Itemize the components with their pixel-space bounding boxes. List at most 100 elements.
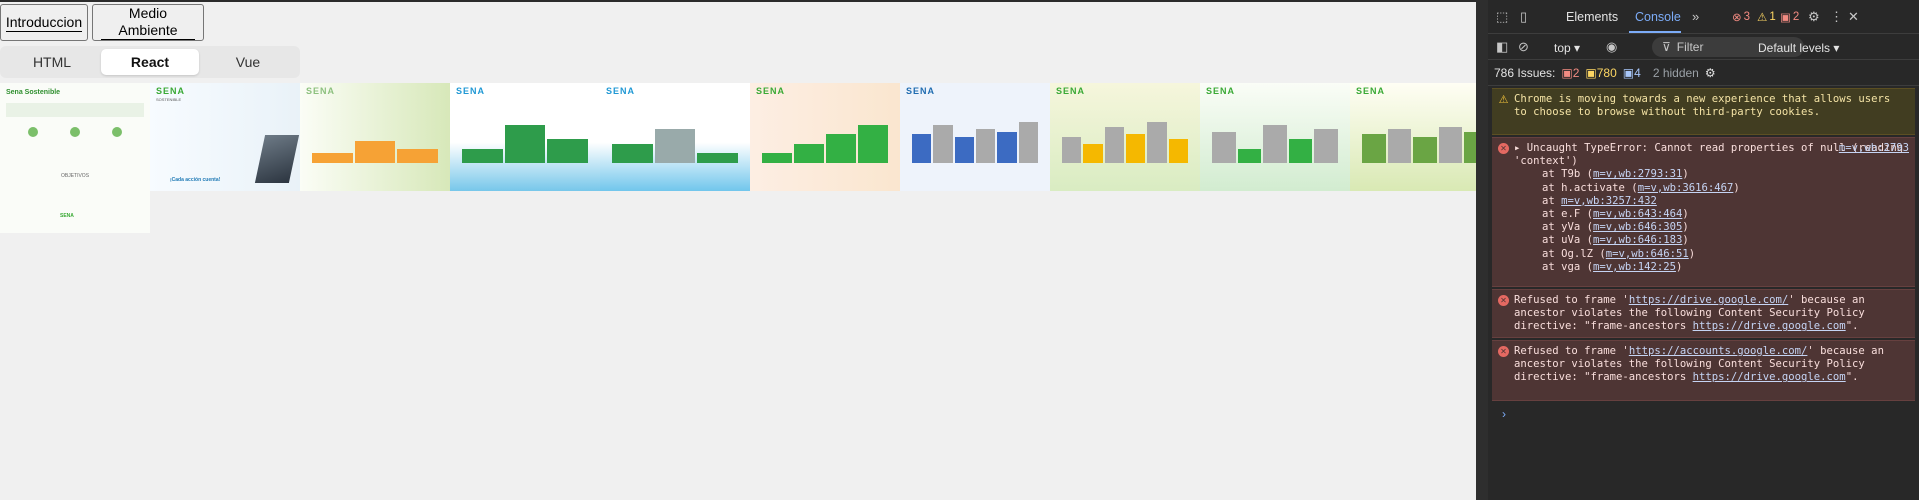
intro-button-label: Introduccion (5, 13, 83, 32)
console-toolbar: ◧ ⊘ top ▾ ◉ ⊽ Filter Default levels ▾ (1488, 34, 1919, 60)
message-link[interactable]: https://drive.google.com/ (1629, 294, 1788, 306)
message-link[interactable]: https://drive.google.com (1693, 320, 1846, 332)
frame-link[interactable]: m=v,wb:646:305 (1593, 221, 1682, 233)
error-icon: ✕ (1498, 143, 1509, 154)
frame-link[interactable]: m=v,wb:643:464 (1593, 208, 1682, 220)
slide-thumbnail[interactable]: SENA (450, 83, 600, 191)
message-text: Refused to frame ' (1514, 294, 1629, 306)
issues-settings-icon[interactable]: ⚙ (1705, 66, 1716, 80)
more-options-icon[interactable]: ⋮ (1830, 9, 1843, 25)
slide-thumbnail[interactable]: SENA (600, 83, 750, 191)
issue-info[interactable]: ▣4 (1623, 66, 1641, 80)
tab-vue[interactable]: Vue (199, 49, 297, 75)
inspect-icon[interactable]: ⬚ (1496, 9, 1508, 25)
devtools-panel: ⬚ ▯ Elements Console » ⊗ 3 ⚠ 1 ▣ 2 ⚙ ⋮ ✕ ◧ … (1476, 0, 1919, 500)
frame-fn: at T9b (1542, 168, 1581, 181)
tab-react[interactable]: React (101, 49, 199, 75)
sidebar-toggle-icon[interactable]: ◧ (1496, 39, 1508, 55)
frame-fn: at h.activate (1542, 181, 1625, 194)
issue-warnings[interactable]: ▣780 (1585, 66, 1616, 80)
clear-console-icon[interactable]: ⊘ (1518, 39, 1529, 55)
slide-strip: Sena Sostenible OBJETIVOS SENA SENA SOST… (0, 83, 1476, 233)
slide-thumbnail[interactable]: SENA SOSTENIBLE ¡Cada acción cuenta! (150, 83, 300, 191)
close-icon[interactable]: ✕ (1848, 9, 1859, 25)
slide-thumbnail[interactable]: Sena Sostenible OBJETIVOS SENA (0, 83, 150, 233)
frame-link[interactable]: m=v,wb:646:51 (1606, 248, 1689, 260)
stack-frame: at vga (m=v,wb:142:25) (1542, 260, 1683, 273)
frame-fn: at (1542, 194, 1555, 207)
context-select[interactable]: top ▾ (1554, 41, 1580, 55)
intro-button[interactable]: Introduccion (0, 4, 88, 41)
console-message-error[interactable]: ✕ Refused to frame 'https://accounts.goo… (1492, 340, 1915, 401)
slide-heading: Sena Sostenible (6, 89, 61, 96)
message-text: ". (1845, 371, 1859, 384)
issues-label: 786 Issues: (1494, 65, 1556, 80)
slide-thumbnail[interactable]: SENA (900, 83, 1050, 191)
slide-thumbnail[interactable]: SENA (1050, 83, 1200, 191)
slide-thumbnail[interactable]: SENA (1200, 83, 1350, 191)
message-text: ". (1845, 320, 1859, 333)
issue-warnings-count: 780 (1596, 65, 1617, 80)
stack-frame: at h.activate (m=v,wb:3616:467) (1542, 181, 1740, 194)
error-count: 3 (1743, 11, 1751, 23)
console-message-warning[interactable]: ⚠ Chrome is moving towards a new experie… (1492, 88, 1915, 135)
frame-link[interactable]: m=v,wb:3257:432 (1561, 195, 1657, 207)
stack-trace: at T9b (m=v,wb:2793:31) at h.activate (m… (1514, 168, 1909, 274)
stack-frame: at T9b (m=v,wb:2793:31) (1542, 168, 1689, 181)
frame-link[interactable]: m=v,wb:646:183 (1593, 234, 1682, 246)
error-count-badge[interactable]: ⊗ 3 (1732, 10, 1750, 24)
console-message-error[interactable]: ✕ m=v,wb:2793 ▸ Uncaught TypeError: Cann… (1492, 137, 1915, 287)
context-value: top (1554, 41, 1571, 55)
slide-title: SENA (456, 86, 486, 96)
frame-link[interactable]: m=v,wb:3616:467 (1638, 182, 1734, 194)
devtools-tabbar: ⬚ ▯ Elements Console » ⊗ 3 ⚠ 1 ▣ 2 ⚙ ⋮ ✕ (1488, 0, 1919, 34)
framework-tabs: HTML React Vue (0, 46, 300, 78)
slide-thumbnail[interactable]: SENA (1350, 83, 1476, 191)
message-text: Chrome is moving towards a new experienc… (1514, 93, 1891, 119)
slide-thumbnail[interactable]: SENA (750, 83, 900, 191)
frame-fn: at vga (1542, 260, 1581, 273)
issue-errors-count: 2 (1572, 65, 1580, 80)
issues-bar: 786 Issues: ▣2 ▣780 ▣4 2 hidden ⚙ (1488, 60, 1919, 86)
frame-link[interactable]: m=v,wb:2793:31 (1593, 168, 1682, 180)
settings-icon[interactable]: ⚙ (1808, 9, 1820, 25)
console-message-error[interactable]: ✕ Refused to frame 'https://drive.google… (1492, 289, 1915, 338)
issue-errors[interactable]: ▣2 (1561, 66, 1579, 80)
live-expression-icon[interactable]: ◉ (1606, 39, 1617, 55)
message-link[interactable]: https://accounts.google.com/ (1629, 345, 1808, 357)
tab-html[interactable]: HTML (3, 49, 101, 75)
slide-caption: ¡Cada acción cuenta! (170, 177, 221, 183)
tab-elements[interactable]: Elements (1566, 10, 1618, 24)
frame-fn: at yVa (1542, 221, 1581, 234)
frame-fn: at Og.lZ (1542, 247, 1594, 260)
tab-console[interactable]: Console (1635, 10, 1681, 24)
console-prompt[interactable]: › (1502, 407, 1506, 421)
web-page: Introduccion Medio Ambiente HTML React V… (0, 0, 1476, 500)
slide-thumbnail[interactable]: SENA (300, 83, 450, 191)
message-text: Refused to frame ' (1514, 345, 1629, 357)
stack-frame: at m=v,wb:3257:432 (1542, 195, 1909, 208)
frame-link[interactable]: m=v,wb:142:25 (1593, 261, 1676, 273)
warning-count-badge[interactable]: ⚠ 1 (1757, 10, 1776, 24)
objetivos-label: OBJETIVOS (60, 173, 90, 179)
message-source-link[interactable]: m=v,wb:2793 (1839, 142, 1909, 155)
slide-title: SENA (1356, 86, 1386, 96)
issue-info-count: 4 (1634, 65, 1641, 80)
medio-ambiente-button[interactable]: Medio Ambiente (92, 4, 204, 41)
frame-fn: at e.F (1542, 208, 1581, 221)
issues-count: 2 (1792, 11, 1800, 23)
expand-arrow-icon[interactable]: ▸ (1514, 142, 1520, 154)
more-tabs-icon[interactable]: » (1692, 9, 1699, 24)
stack-frame: at uVa (m=v,wb:646:183) (1542, 234, 1689, 247)
log-levels-select[interactable]: Default levels ▾ (1758, 41, 1839, 55)
slide-title: SENA (1206, 86, 1236, 96)
medio-ambiente-button-label: Medio Ambiente (101, 5, 195, 40)
slide-title: SENA (156, 86, 186, 96)
issues-count-badge[interactable]: ▣ 2 (1780, 10, 1799, 24)
device-toolbar-icon[interactable]: ▯ (1520, 9, 1527, 25)
slide-title: SENA (306, 86, 336, 96)
stack-frame: at Og.lZ (m=v,wb:646:51) (1542, 247, 1696, 260)
message-link[interactable]: https://drive.google.com (1693, 371, 1846, 383)
filter-icon: ⊽ (1662, 40, 1671, 54)
warning-count: 1 (1769, 11, 1776, 23)
